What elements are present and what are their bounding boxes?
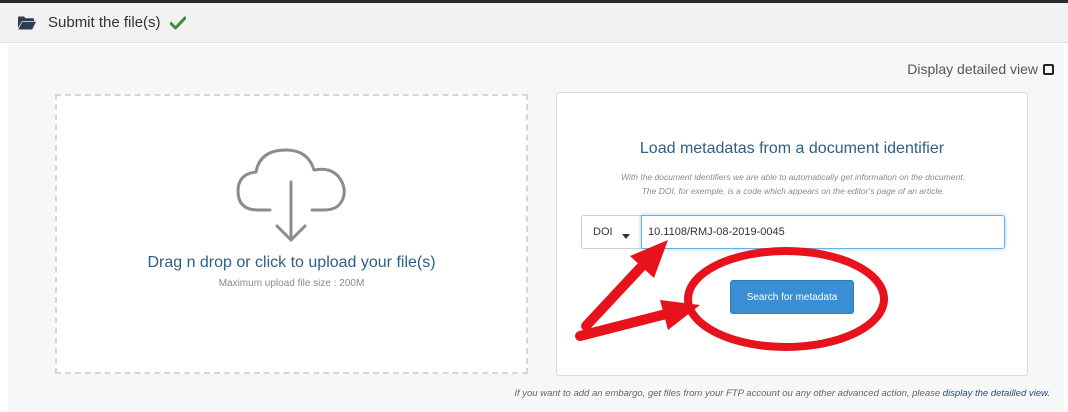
advanced-actions-text: If you want to add an embargo, get files… (514, 388, 943, 399)
file-dropzone[interactable]: Drag n drop or click to upload your file… (55, 94, 528, 374)
detailed-view-link[interactable]: display the detailled view. (943, 388, 1050, 399)
identifier-input-group: DOI (581, 215, 1005, 249)
metadata-description-line-2: The DOI, for exemple, is a code which ap… (641, 186, 945, 196)
section-header: Submit the file(s) (0, 3, 1068, 43)
metadata-panel: Load metadatas from a document identifie… (556, 92, 1028, 376)
advanced-actions-note: If you want to add an embargo, get files… (514, 388, 1050, 399)
metadata-description-line-1: With the document identifiers we are abl… (621, 172, 965, 182)
metadata-description: With the document identifiers we are abl… (577, 170, 1009, 198)
identifier-type-value: DOI (593, 226, 613, 238)
check-icon (169, 16, 187, 30)
caret-down-icon (621, 230, 630, 239)
dropzone-subtitle: Maximum upload file size : 200M (218, 278, 365, 289)
folder-open-icon (18, 16, 36, 30)
detailed-view-toggle[interactable]: Display detailed view (907, 61, 1054, 77)
detailed-view-label: Display detailed view (907, 61, 1038, 77)
identifier-input[interactable] (641, 215, 1005, 249)
search-metadata-button[interactable]: Search for metadata (730, 280, 854, 314)
section-title: Submit the file(s) (48, 14, 161, 31)
checkbox-icon[interactable] (1043, 63, 1054, 75)
cloud-download-icon (234, 144, 350, 246)
identifier-type-select[interactable]: DOI (581, 215, 641, 249)
dropzone-title: Drag n drop or click to upload your file… (147, 254, 436, 271)
metadata-title: Load metadatas from a document identifie… (639, 140, 945, 157)
upload-section: Display detailed view Drag n drop or cli… (8, 44, 1064, 412)
